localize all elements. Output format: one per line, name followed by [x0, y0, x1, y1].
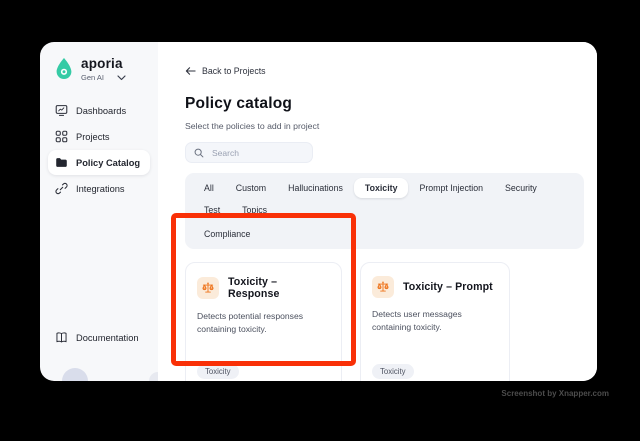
- card-description: Detects potential responses containing t…: [197, 311, 304, 334]
- sidebar-item-policy-catalog[interactable]: Policy Catalog: [48, 150, 150, 175]
- workspace-name: Gen AI: [81, 73, 104, 82]
- tab-test[interactable]: Test: [193, 200, 231, 220]
- card-tag: Toxicity: [372, 364, 414, 379]
- tab-topics[interactable]: Topics: [231, 200, 278, 220]
- sidebar-item-label: Dashboards: [76, 105, 127, 116]
- brand-name: aporia: [81, 56, 123, 71]
- tab-custom[interactable]: Custom: [225, 178, 277, 198]
- scales-icon: [372, 276, 394, 298]
- aporia-logo-icon: [54, 57, 74, 82]
- tab-compliance[interactable]: Compliance: [193, 224, 261, 244]
- tab-hallucinations[interactable]: Hallucinations: [277, 178, 354, 198]
- sidebar: aporia Gen AI Dashboards Projects Policy…: [40, 42, 167, 381]
- card-tag: Toxicity: [197, 364, 239, 379]
- page-subtitle: Select the policies to add in project: [185, 121, 320, 131]
- workspace-switcher[interactable]: aporia Gen AI: [48, 57, 150, 82]
- filter-tabs: All Custom Hallucinations Toxicity Promp…: [185, 173, 584, 249]
- app-window: aporia Gen AI Dashboards Projects Policy…: [40, 42, 597, 381]
- scales-icon: [197, 277, 219, 299]
- card-title: Toxicity – Response: [228, 276, 280, 300]
- tab-all[interactable]: All: [193, 178, 225, 198]
- policy-card-toxicity-prompt[interactable]: Toxicity – Prompt Detects user messages …: [360, 262, 510, 381]
- sidebar-item-label: Projects: [76, 131, 110, 142]
- grid-icon: [55, 130, 68, 143]
- back-to-projects-link[interactable]: Back to Projects: [185, 66, 266, 76]
- tab-prompt-injection[interactable]: Prompt Injection: [408, 178, 494, 198]
- policy-card-toxicity-response[interactable]: Toxicity – Response Detects potential re…: [185, 262, 342, 381]
- main-content: Back to Projects Policy catalog Select t…: [158, 42, 597, 381]
- avatar[interactable]: [62, 368, 88, 381]
- sidebar-item-projects[interactable]: Projects: [48, 124, 150, 149]
- sidebar-item-documentation[interactable]: Documentation: [48, 325, 150, 350]
- arrow-left-icon: [185, 66, 196, 76]
- sidebar-item-label: Documentation: [76, 332, 139, 343]
- tab-toxicity[interactable]: Toxicity: [353, 178, 409, 198]
- sidebar-item-label: Policy Catalog: [76, 157, 141, 168]
- watermark: Screenshot by Xnapper.com: [501, 389, 609, 398]
- dashboard-icon: [55, 104, 68, 117]
- book-icon: [55, 331, 68, 344]
- search-icon: [194, 148, 204, 158]
- search-box[interactable]: [185, 142, 313, 163]
- link-icon: [55, 182, 68, 195]
- policy-cards: Toxicity – Response Detects potential re…: [185, 262, 585, 381]
- chevron-down-icon: [117, 74, 126, 81]
- tab-security[interactable]: Security: [494, 178, 548, 198]
- folder-icon: [55, 156, 68, 169]
- sidebar-item-integrations[interactable]: Integrations: [48, 176, 150, 201]
- back-label: Back to Projects: [202, 66, 266, 76]
- sidebar-item-dashboards[interactable]: Dashboards: [48, 98, 150, 123]
- page-title: Policy catalog: [185, 95, 293, 112]
- search-input[interactable]: [210, 146, 304, 159]
- card-description: Detects user messages containing toxicit…: [372, 309, 462, 332]
- card-title: Toxicity – Prompt: [403, 281, 493, 293]
- sidebar-item-label: Integrations: [76, 183, 125, 194]
